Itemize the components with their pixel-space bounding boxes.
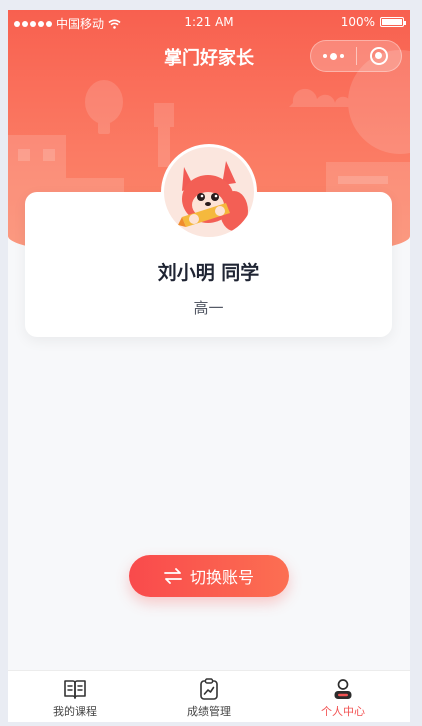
battery-percent: 100% bbox=[340, 15, 375, 29]
close-circle-icon bbox=[369, 47, 388, 65]
tab-personal-center-label: 个人中心 bbox=[321, 705, 365, 718]
clipboard-chart-icon bbox=[200, 678, 218, 700]
battery-icon bbox=[380, 17, 406, 27]
student-grade: 高一 bbox=[193, 299, 224, 317]
status-bar: 中国移动 1:21 AM 100% bbox=[8, 10, 410, 34]
user-icon bbox=[334, 679, 352, 699]
more-icon bbox=[323, 54, 327, 58]
book-icon bbox=[64, 680, 86, 699]
switch-account-label: 切换账号 bbox=[189, 568, 254, 587]
phone-screen: 中国移动 1:21 AM 100% 掌门好家长 刘小明 同学 高一 切换账号 我… bbox=[8, 10, 410, 722]
tab-my-courses[interactable]: 我的课程 bbox=[8, 671, 142, 722]
tab-my-courses-label: 我的课程 bbox=[53, 705, 97, 718]
tab-personal-center[interactable]: 个人中心 bbox=[276, 671, 410, 722]
switch-arrows-icon bbox=[164, 568, 182, 584]
tab-bar: 我的课程 成绩管理 个人中心 bbox=[8, 670, 410, 722]
avatar[interactable] bbox=[161, 144, 257, 240]
switch-account-button[interactable]: 切换账号 bbox=[129, 555, 289, 597]
mini-program-capsule bbox=[310, 40, 402, 72]
fox-mascot-icon bbox=[178, 161, 248, 231]
tab-grade-management-label: 成绩管理 bbox=[187, 705, 231, 718]
close-mini-program-button[interactable] bbox=[357, 41, 401, 71]
tab-grade-management[interactable]: 成绩管理 bbox=[142, 671, 276, 722]
more-options-button[interactable] bbox=[311, 41, 356, 71]
student-name: 刘小明 同学 bbox=[157, 262, 260, 284]
